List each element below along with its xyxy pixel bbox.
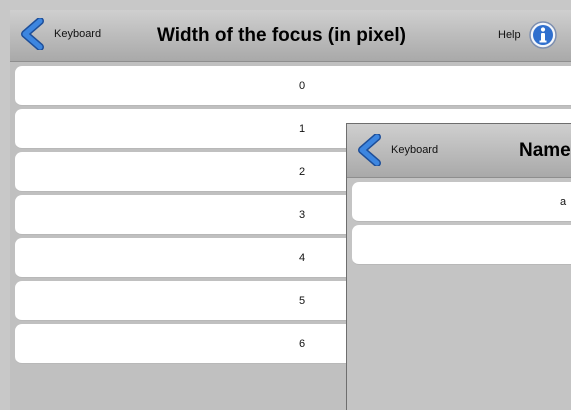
chevron-left-icon	[18, 17, 46, 51]
help-label[interactable]: Help	[498, 10, 521, 62]
overlay-header-bar: Keyboard Name	[347, 124, 571, 178]
info-icon[interactable]	[528, 20, 558, 50]
list-item-label: 4	[299, 252, 306, 264]
list-item-label: 2	[299, 166, 306, 178]
overlay-title: Name	[519, 140, 571, 161]
chevron-left-icon	[355, 133, 383, 167]
list-item-label: 6	[299, 338, 306, 350]
focus-width-screen: Keyboard Width of the focus (in pixel) H…	[10, 10, 571, 410]
list-item-label: 5	[299, 295, 306, 307]
name-list: a	[352, 182, 571, 268]
name-screen-overlay: Keyboard Name a	[346, 123, 571, 410]
list-item[interactable]	[352, 225, 571, 265]
list-item[interactable]: 0	[15, 66, 571, 106]
list-item-label: a	[560, 196, 567, 208]
page-title: Width of the focus (in pixel)	[157, 25, 406, 46]
list-item[interactable]: a	[352, 182, 571, 222]
back-button[interactable]: Keyboard	[18, 16, 101, 52]
overlay-back-button-label: Keyboard	[391, 144, 439, 156]
back-button-label: Keyboard	[54, 28, 102, 40]
header-bar: Keyboard Width of the focus (in pixel) H…	[10, 10, 571, 62]
list-item-label: 0	[299, 80, 306, 92]
list-item-label: 1	[299, 123, 306, 135]
list-item-label: 3	[299, 209, 306, 221]
overlay-back-button[interactable]: Keyboard	[355, 132, 438, 168]
